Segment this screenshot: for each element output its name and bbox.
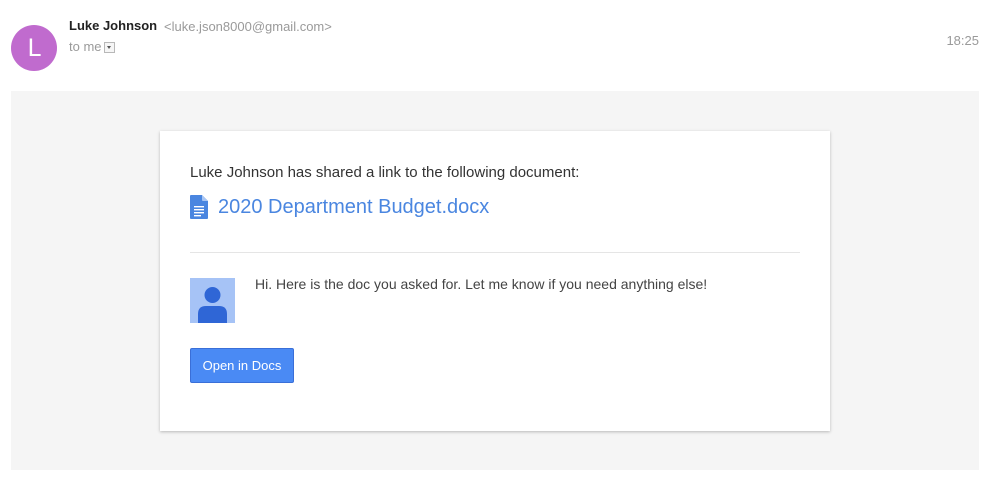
document-link[interactable]: 2020 Department Budget.docx — [190, 195, 489, 219]
divider — [190, 252, 800, 253]
sender-email: <luke.json8000@gmail.com> — [164, 19, 332, 34]
docs-document-icon — [190, 195, 208, 219]
chevron-down-icon[interactable] — [103, 42, 115, 53]
document-title[interactable]: 2020 Department Budget.docx — [218, 196, 489, 219]
sender-avatar[interactable]: L — [11, 25, 57, 71]
share-message: Luke Johnson has shared a link to the fo… — [190, 164, 580, 181]
personal-message: Hi. Here is the doc you asked for. Let m… — [255, 276, 708, 292]
recipient-line: to me — [69, 39, 115, 54]
recipient-label: to me — [69, 39, 102, 54]
sender-name: Luke Johnson — [69, 18, 158, 33]
email-timestamp: 18:25 — [946, 33, 979, 48]
user-profile-icon — [190, 278, 235, 323]
share-card: Luke Johnson has shared a link to the fo… — [160, 131, 830, 431]
open-in-docs-button[interactable]: Open in Docs — [190, 348, 294, 383]
